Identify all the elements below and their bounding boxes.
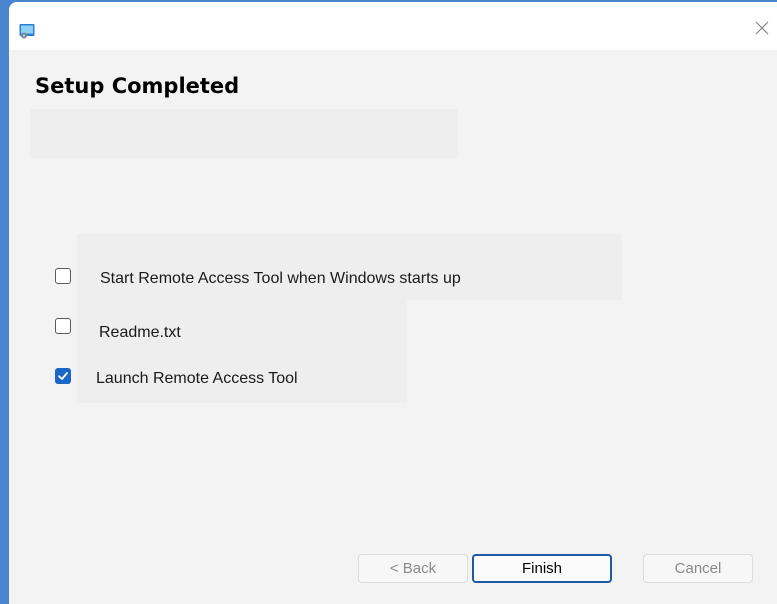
description-area	[30, 109, 458, 158]
setup-wizard-window: Setup Completed Start Remote Access Tool…	[9, 2, 777, 604]
option-label: Start Remote Access Tool when Windows st…	[100, 270, 461, 287]
option-label: Readme.txt	[99, 324, 181, 341]
cancel-button[interactable]: Cancel	[643, 554, 753, 583]
finish-button[interactable]: Finish	[472, 554, 612, 583]
title-bar	[9, 2, 777, 50]
installer-app-icon	[19, 23, 35, 39]
back-button[interactable]: < Back	[358, 554, 468, 583]
page-title: Setup Completed	[35, 74, 240, 98]
start-with-windows-checkbox[interactable]	[55, 268, 71, 284]
close-icon	[755, 21, 769, 40]
option-label: Launch Remote Access Tool	[96, 370, 298, 387]
check-icon	[58, 372, 68, 380]
close-button[interactable]	[747, 15, 777, 45]
launch-tool-checkbox[interactable]	[55, 368, 71, 384]
option-highlight	[77, 234, 622, 300]
readme-checkbox[interactable]	[55, 318, 71, 334]
desktop-background: Setup Completed Start Remote Access Tool…	[0, 0, 777, 604]
